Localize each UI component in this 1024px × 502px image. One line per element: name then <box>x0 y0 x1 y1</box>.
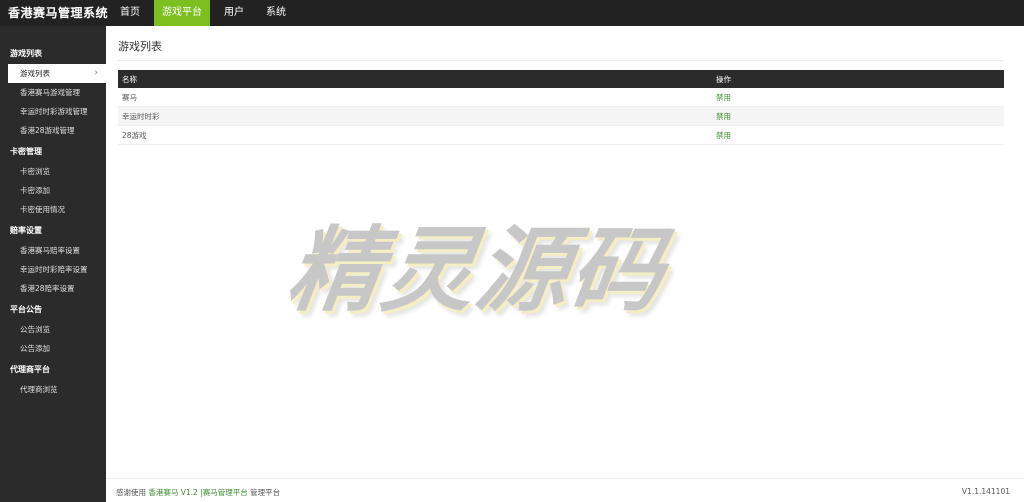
main-content: 游戏列表 名称 操作 赛马 禁用 幸运时时彩 禁用 28游戏 禁用 <box>106 26 1024 478</box>
footer: 感谢使用 香港赛马 V1.2 |赛马管理平台 管理平台 V1.1.141101 <box>106 478 1024 502</box>
column-header-name: 名称 <box>118 70 712 88</box>
table-row: 幸运时时彩 禁用 <box>118 106 1004 126</box>
sidebar-item-hk-racing-odds[interactable]: 香港赛马赔率设置 <box>0 241 106 260</box>
sidebar-item-game-list[interactable]: 游戏列表 › <box>8 64 106 83</box>
footer-prefix: 感谢使用 <box>116 488 146 497</box>
footer-product-link[interactable]: 香港赛马 V1.2 |赛马管理平台 <box>148 488 247 497</box>
sidebar-group-games: 游戏列表 <box>10 49 42 58</box>
nav-system[interactable]: 系统 <box>258 0 294 26</box>
sidebar-item-agent-browse[interactable]: 代理商浏览 <box>0 380 106 399</box>
sidebar-item-hk-racing-games[interactable]: 香港赛马游戏管理 <box>0 83 106 102</box>
top-navbar: 香港赛马管理系统 首页 游戏平台 用户 系统 <box>0 0 1024 26</box>
sidebar-item-card-browse[interactable]: 卡密浏览 <box>0 162 106 181</box>
disable-link[interactable]: 禁用 <box>716 93 731 102</box>
sidebar-item-announcement-browse[interactable]: 公告浏览 <box>0 320 106 339</box>
table-row: 28游戏 禁用 <box>118 125 1004 145</box>
nav-game-platform[interactable]: 游戏平台 <box>154 0 210 26</box>
chevron-right-icon: › <box>94 68 98 78</box>
sidebar-item-lucky-lottery-odds[interactable]: 幸运时时彩赔率设置 <box>0 260 106 279</box>
disable-link[interactable]: 禁用 <box>716 112 731 121</box>
title-divider <box>118 60 1004 61</box>
game-name: 幸运时时彩 <box>118 106 712 126</box>
sidebar-item-announcement-add[interactable]: 公告添加 <box>0 339 106 358</box>
sidebar-item-label: 游戏列表 <box>20 69 50 78</box>
app-title: 香港赛马管理系统 <box>8 6 109 20</box>
sidebar-item-hk28-odds[interactable]: 香港28赔率设置 <box>0 279 106 298</box>
table-header-row: 名称 操作 <box>118 70 1004 88</box>
disable-link[interactable]: 禁用 <box>716 131 731 140</box>
sidebar-group-agents: 代理商平台 <box>10 365 50 374</box>
game-table: 名称 操作 赛马 禁用 幸运时时彩 禁用 28游戏 禁用 <box>118 70 1004 145</box>
sidebar-group-announcements: 平台公告 <box>10 305 42 314</box>
sidebar-item-card-usage[interactable]: 卡密使用情况 <box>0 200 106 219</box>
nav-home[interactable]: 首页 <box>112 0 148 26</box>
nav-users[interactable]: 用户 <box>216 0 252 26</box>
top-nav: 首页 游戏平台 用户 系统 <box>112 0 300 26</box>
sidebar-item-lucky-lottery-games[interactable]: 幸运时时彩游戏管理 <box>0 102 106 121</box>
game-name: 赛马 <box>118 88 712 107</box>
footer-suffix: 管理平台 <box>250 488 281 497</box>
sidebar-group-cards: 卡密管理 <box>10 147 42 156</box>
sidebar-group-odds: 赔率设置 <box>10 226 42 235</box>
game-name: 28游戏 <box>118 125 712 145</box>
sidebar-item-card-add[interactable]: 卡密添加 <box>0 181 106 200</box>
footer-credits: 感谢使用 香港赛马 V1.2 |赛马管理平台 管理平台 <box>116 487 280 498</box>
version-label: V1.1.141101 <box>961 487 1010 496</box>
table-row: 赛马 禁用 <box>118 88 1004 107</box>
sidebar-item-hk28-games[interactable]: 香港28游戏管理 <box>0 121 106 140</box>
page-title: 游戏列表 <box>118 40 162 53</box>
sidebar: 游戏列表 游戏列表 › 香港赛马游戏管理 幸运时时彩游戏管理 香港28游戏管理 … <box>0 26 106 502</box>
column-header-action: 操作 <box>712 70 1004 88</box>
